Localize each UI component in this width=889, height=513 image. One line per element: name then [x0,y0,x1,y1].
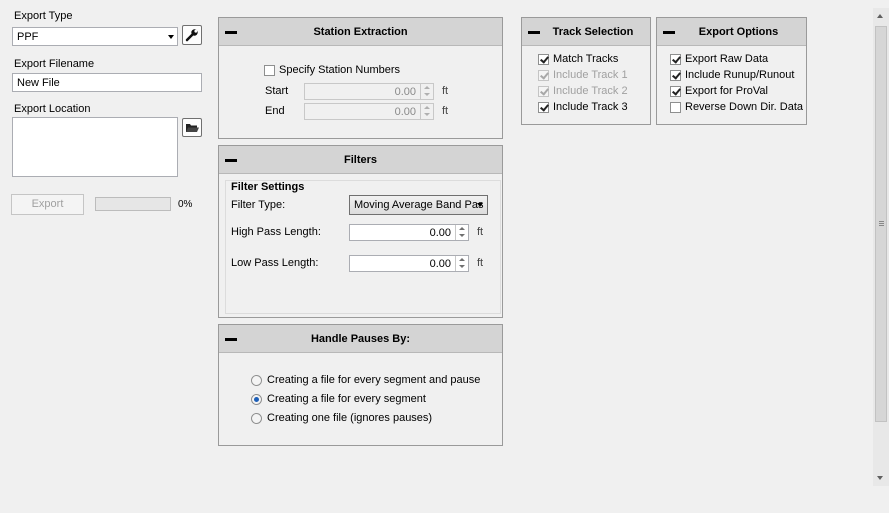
pause-option-0[interactable]: Creating a file for every segment and pa… [251,374,480,387]
filter-type-label: Filter Type: [231,199,286,211]
checkbox-icon [538,53,549,65]
track-item-1[interactable]: Include Track 1 [538,69,628,82]
export-options-panel: Export Options Export Raw Data Include R… [656,17,807,125]
track-selection-panel: Track Selection Match Tracks Include Tra… [521,17,651,125]
checkbox-icon [538,85,549,97]
chevron-down-icon [477,203,483,207]
specify-station-checkbox[interactable]: Specify Station Numbers [264,64,400,77]
export-option-1[interactable]: Include Runup/Runout [670,69,794,82]
filters-title: Filters [343,154,377,166]
export-filename-input[interactable]: New File [12,73,202,92]
low-pass-stepper[interactable]: 0.00 [349,255,469,272]
radio-icon [251,374,262,386]
settings-wrench-button[interactable] [182,25,202,45]
end-unit: ft [442,105,449,117]
export-option-2[interactable]: Export for ProVal [670,85,768,98]
checkbox-icon [670,53,681,65]
scroll-down-icon[interactable] [877,476,883,480]
end-stepper[interactable]: 0.00 [304,103,434,120]
filter-type-select[interactable]: Moving Average Band Pas [349,195,488,215]
checkbox-icon [670,101,681,113]
checkbox-icon [538,101,549,113]
export-filename-label: Export Filename [14,58,95,70]
wrench-icon [185,29,198,42]
export-location-label: Export Location [14,103,91,115]
track-selection-title: Track Selection [552,26,634,38]
start-unit: ft [442,85,449,97]
end-label: End [265,105,285,117]
export-progress-bar [95,197,171,211]
checkbox-icon [670,85,681,97]
track-item-0[interactable]: Match Tracks [538,53,618,66]
export-option-0[interactable]: Export Raw Data [670,53,768,66]
low-pass-label: Low Pass Length: [231,257,319,269]
track-item-3[interactable]: Include Track 3 [538,101,628,114]
scrollbar-thumb[interactable] [875,26,887,422]
radio-icon [251,393,262,405]
export-type-value: PPF [17,31,39,43]
checkbox-icon [264,64,275,76]
spinner-arrows-icon[interactable] [420,104,433,119]
spinner-arrows-icon[interactable] [420,84,433,99]
start-stepper[interactable]: 0.00 [304,83,434,100]
track-item-2[interactable]: Include Track 2 [538,85,628,98]
export-options-title: Export Options [698,26,779,38]
browse-folder-button[interactable] [182,118,202,137]
handle-pauses-title: Handle Pauses By: [310,333,411,345]
export-type-select[interactable]: PPF [12,27,178,46]
checkbox-icon [538,69,549,81]
start-label: Start [265,85,289,97]
pause-option-2[interactable]: Creating one file (ignores pauses) [251,412,432,425]
progress-text: 0% [178,199,193,210]
station-extraction-title: Station Extraction [313,26,408,38]
low-pass-unit: ft [477,257,484,269]
filter-settings-label: Filter Settings [231,181,305,193]
filters-panel: Filters Filter Settings Filter Type: Mov… [218,145,503,318]
station-extraction-panel: Station Extraction Specify Station Numbe… [218,17,503,139]
spinner-arrows-icon[interactable] [455,256,468,271]
pause-option-1[interactable]: Creating a file for every segment [251,393,426,406]
high-pass-stepper[interactable]: 0.00 [349,224,469,241]
high-pass-unit: ft [477,226,484,238]
radio-icon [251,412,262,424]
chevron-down-icon [168,35,174,39]
handle-pauses-panel: Handle Pauses By: Creating a file for ev… [218,324,503,446]
vertical-scrollbar[interactable] [873,8,889,486]
spinner-arrows-icon[interactable] [455,225,468,240]
scroll-up-icon[interactable] [877,14,883,18]
high-pass-label: High Pass Length: [231,226,321,238]
export-option-3[interactable]: Reverse Down Dir. Data [670,101,803,114]
folder-icon [186,124,199,132]
export-button[interactable]: Export [11,194,84,215]
export-location-input[interactable] [12,117,178,177]
export-type-label: Export Type [14,10,73,22]
checkbox-icon [670,69,681,81]
